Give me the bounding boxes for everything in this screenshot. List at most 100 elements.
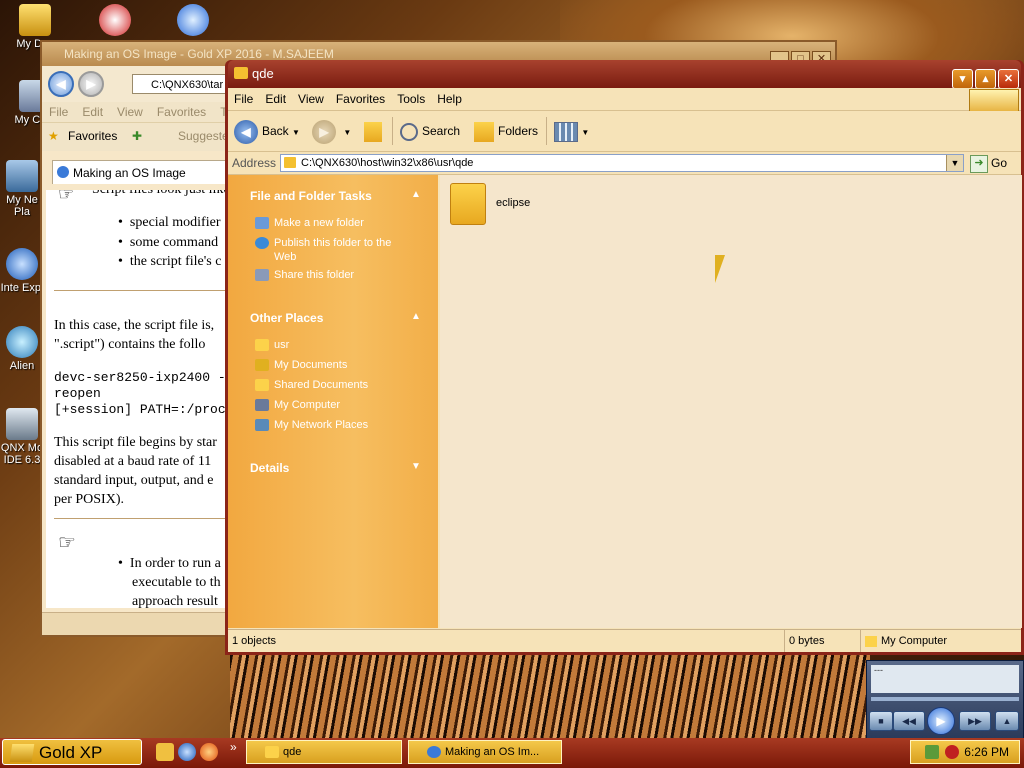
views-button[interactable]: ▼ bbox=[554, 118, 589, 144]
folder-item-eclipse[interactable]: eclipse bbox=[450, 183, 570, 233]
divider bbox=[54, 518, 226, 519]
tab-label: Making an OS Image bbox=[73, 166, 186, 180]
restore-button[interactable]: ▲ bbox=[995, 711, 1019, 731]
task-make-new-folder[interactable]: Make a new folder bbox=[255, 216, 364, 230]
chevron-down-icon: ▼ bbox=[581, 128, 590, 137]
desktop-icon-internet-explorer[interactable]: Inte Expl bbox=[0, 248, 44, 294]
details-header[interactable]: Details bbox=[250, 461, 289, 475]
desktop-icon-media[interactable] bbox=[163, 4, 223, 38]
ie-icon bbox=[6, 248, 38, 280]
views-icon bbox=[554, 121, 578, 142]
seek-bar[interactable] bbox=[871, 697, 1019, 701]
ie-icon[interactable] bbox=[178, 743, 196, 761]
page-content: Script files look just like ☞ • special … bbox=[46, 190, 226, 608]
firefox-icon[interactable] bbox=[200, 743, 218, 761]
menu-edit[interactable]: Edit bbox=[75, 102, 110, 122]
start-button[interactable]: Gold XP bbox=[2, 739, 142, 765]
pointing-hand-icon: ☞ bbox=[58, 190, 75, 204]
file-folder-tasks-header[interactable]: File and Folder Tasks bbox=[250, 189, 372, 203]
menu-favorites[interactable]: Favorites bbox=[330, 88, 391, 110]
system-tray: 6:26 PM bbox=[910, 740, 1020, 764]
browser-tab[interactable]: Making an OS Image bbox=[52, 160, 232, 184]
go-button[interactable]: ➜ Go bbox=[970, 154, 1007, 173]
task-publish-folder[interactable]: Publish this folder to the bbox=[255, 236, 391, 250]
qnx-icon bbox=[6, 408, 38, 440]
quicklaunch-more-button[interactable]: » bbox=[230, 740, 237, 754]
other-places-header[interactable]: Other Places bbox=[250, 311, 323, 325]
code-line: reopen bbox=[54, 386, 101, 401]
place-my-documents[interactable]: My Documents bbox=[255, 358, 347, 372]
task-pane: File and Folder Tasks ▲ Make a new folde… bbox=[228, 175, 438, 628]
menu-file[interactable]: File bbox=[42, 102, 75, 122]
stop-button[interactable]: ■ bbox=[869, 711, 893, 731]
desktop-icon-alien[interactable]: Alien bbox=[0, 326, 44, 372]
forward-icon[interactable]: ▶ bbox=[78, 71, 104, 97]
chevron-down-icon[interactable]: ▼ bbox=[946, 155, 963, 171]
globe-icon bbox=[255, 237, 269, 250]
desktop-icon-qnx[interactable]: QNX Mo IDE 6.3 bbox=[0, 408, 44, 466]
folders-icon bbox=[474, 121, 494, 142]
paragraph: standard input, output, and e bbox=[54, 473, 214, 488]
desktop-icon-app[interactable] bbox=[85, 4, 145, 38]
task-publish-folder-web[interactable]: Web bbox=[274, 250, 296, 264]
computer-icon bbox=[865, 635, 877, 647]
back-icon[interactable]: ◀ bbox=[48, 71, 74, 97]
play-button[interactable]: ▶ bbox=[927, 707, 955, 735]
network-tray-icon[interactable] bbox=[925, 745, 939, 759]
app-icon bbox=[99, 4, 131, 36]
taskbar-button-qde[interactable]: qde bbox=[246, 740, 402, 764]
chevron-up-icon[interactable]: ▲ bbox=[411, 189, 421, 200]
media-player-toolbar[interactable]: --- ■ ◀◀ ▶ ▶▶ ▲ bbox=[866, 660, 1024, 740]
folder-icon bbox=[255, 379, 269, 392]
place-usr[interactable]: usr bbox=[255, 338, 289, 352]
place-my-network-places[interactable]: My Network Places bbox=[255, 418, 368, 432]
up-folder-button[interactable] bbox=[364, 118, 382, 144]
explorer-titlebar[interactable]: qde ▾ ▴ ✕ bbox=[228, 60, 1021, 89]
separator bbox=[546, 117, 547, 145]
folder-icon bbox=[234, 67, 248, 79]
previous-button[interactable]: ◀◀ bbox=[893, 711, 925, 731]
address-bar: Address C:\QNX630\host\win32\x86\usr\qde… bbox=[228, 152, 1021, 175]
favorites-button[interactable]: Favorites bbox=[68, 129, 117, 143]
media-player-icon bbox=[177, 4, 209, 36]
forward-button[interactable]: ▶ ▼ bbox=[312, 118, 351, 144]
network-icon bbox=[6, 160, 38, 192]
clock[interactable]: 6:26 PM bbox=[964, 741, 1009, 763]
place-my-computer[interactable]: My Computer bbox=[255, 398, 340, 412]
status-size: 0 bytes bbox=[784, 630, 859, 652]
security-shield-icon[interactable] bbox=[945, 745, 959, 759]
chevron-up-icon[interactable]: ▲ bbox=[411, 311, 421, 322]
menu-tools[interactable]: Tools bbox=[391, 88, 431, 110]
place-shared-documents[interactable]: Shared Documents bbox=[255, 378, 368, 392]
menu-help[interactable]: Help bbox=[431, 88, 468, 110]
desktop-icon-network[interactable]: My Ne Pla bbox=[0, 160, 44, 218]
status-objects: 1 objects bbox=[232, 635, 277, 647]
folders-button[interactable]: Folders bbox=[474, 118, 538, 144]
maximize-button[interactable]: ▴ bbox=[975, 69, 996, 89]
close-button[interactable]: ✕ bbox=[998, 69, 1019, 89]
folder-icon bbox=[255, 339, 269, 352]
menu-view[interactable]: View bbox=[292, 88, 330, 110]
address-input[interactable]: C:\QNX630\host\win32\x86\usr\qde ▼ bbox=[280, 154, 964, 172]
folder-icon bbox=[450, 183, 486, 225]
add-favorite-icon[interactable]: ✚ bbox=[132, 129, 142, 143]
search-button[interactable]: Search bbox=[400, 118, 460, 144]
chevron-down-icon[interactable]: ▼ bbox=[411, 461, 421, 472]
show-desktop-icon[interactable] bbox=[156, 743, 174, 761]
folder-name: eclipse bbox=[496, 197, 531, 209]
next-button[interactable]: ▶▶ bbox=[959, 711, 991, 731]
task-share-folder[interactable]: Share this folder bbox=[255, 268, 354, 282]
search-icon bbox=[400, 122, 418, 141]
folder-icon bbox=[19, 4, 51, 36]
menu-file[interactable]: File bbox=[228, 88, 259, 110]
media-player-screen: --- bbox=[871, 665, 1019, 693]
explorer-window[interactable]: qde ▾ ▴ ✕ File Edit View Favorites Tools Help ◀… bbox=[225, 60, 1024, 655]
taskbar-button-browser[interactable]: Making an OS Im... bbox=[408, 740, 562, 764]
menu-edit[interactable]: Edit bbox=[259, 88, 292, 110]
menu-view[interactable]: View bbox=[110, 102, 150, 122]
menu-favorites[interactable]: Favorites bbox=[150, 102, 213, 122]
back-button[interactable]: ◀ Back ▼ bbox=[234, 118, 300, 144]
suggested-sites-link[interactable]: Suggeste bbox=[178, 129, 229, 143]
minimize-button[interactable]: ▾ bbox=[952, 69, 973, 89]
file-list[interactable]: eclipse bbox=[440, 175, 1022, 628]
